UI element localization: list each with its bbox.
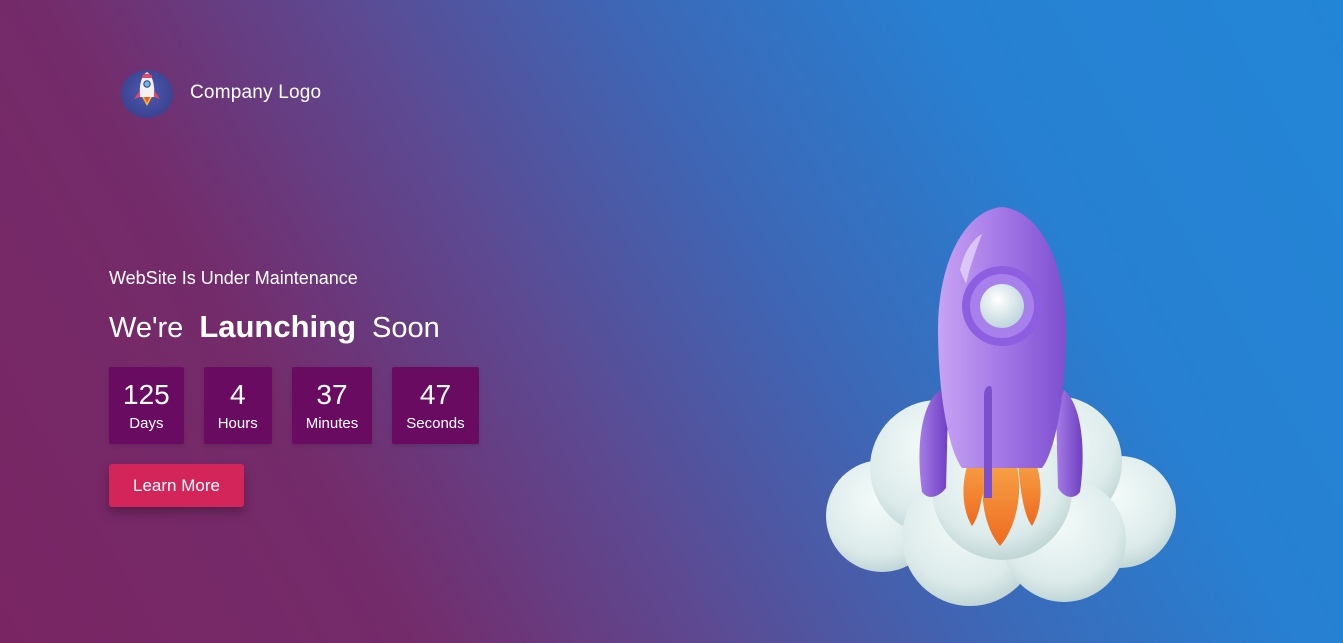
countdown-value: 4 (229, 378, 246, 410)
countdown-days: 125 Days (109, 367, 184, 444)
launch-headline: We're Launching Soon (109, 309, 479, 345)
rocket-cloud-illustration (826, 207, 1176, 606)
brand[interactable]: Company Logo (118, 64, 321, 122)
headline-strong: Launching (199, 309, 357, 344)
headline-suffix: Soon (372, 312, 440, 344)
countdown-timer: 125 Days 4 Hours 37 Minutes 47 Seconds (109, 367, 479, 444)
countdown-label: Minutes (305, 414, 359, 432)
countdown-label: Hours (217, 414, 258, 432)
rocket-icon (121, 70, 173, 118)
company-logo-text: Company Logo (190, 82, 322, 103)
headline-prefix: We're (109, 312, 184, 344)
countdown-hours: 4 Hours (203, 367, 272, 444)
countdown-value: 37 (316, 378, 348, 410)
countdown-value: 47 (419, 378, 452, 410)
hero-section: WebSite Is Under Maintenance We're Launc… (109, 268, 479, 507)
countdown-minutes: 37 Minutes (291, 367, 373, 444)
countdown-seconds: 47 Seconds (392, 367, 479, 444)
maintenance-subtitle: WebSite Is Under Maintenance (109, 268, 358, 288)
rocket-window (980, 284, 1024, 328)
countdown-label: Seconds (406, 414, 465, 432)
learn-more-button[interactable]: Learn More (109, 464, 244, 507)
countdown-value: 125 (123, 378, 170, 410)
countdown-label: Days (129, 414, 164, 432)
rocket-stripe (984, 386, 992, 498)
